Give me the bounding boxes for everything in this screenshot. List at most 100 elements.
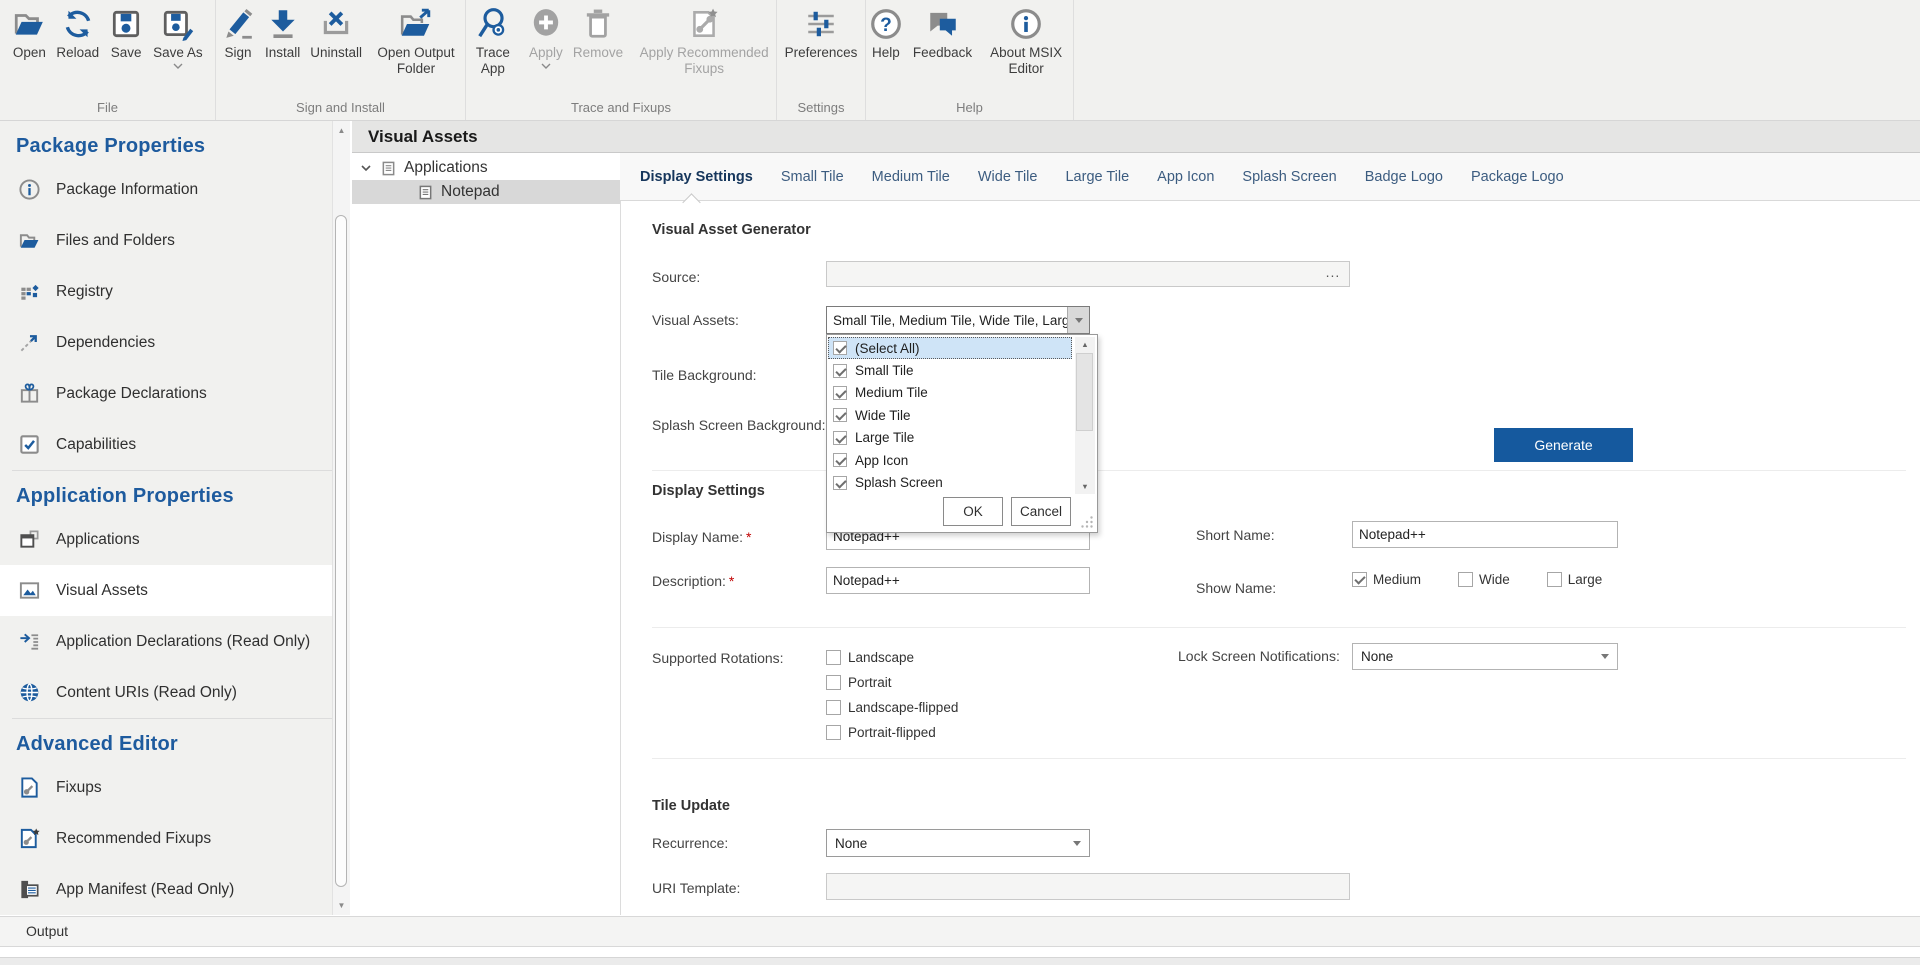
sidebar-item[interactable]: Package Declarations — [0, 368, 332, 419]
checkbox-icon — [833, 453, 847, 467]
ribbon-button[interactable]: Apply Recommended Fixups — [628, 0, 780, 76]
sidebar-scrollbar[interactable]: ▲ ▼ — [332, 121, 350, 915]
sidebar-item[interactable]: Visual Assets — [0, 565, 332, 616]
app-manifest-icon — [18, 878, 41, 901]
scroll-down-icon[interactable]: ▼ — [333, 896, 350, 915]
sidebar-item[interactable]: Application Declarations (Read Only) — [0, 616, 332, 667]
tab[interactable]: Splash Screen — [1242, 169, 1336, 185]
dropdown-item[interactable]: App Icon — [828, 449, 1072, 471]
ribbon-button[interactable]: Save — [104, 0, 148, 61]
tab[interactable]: App Icon — [1157, 169, 1214, 185]
remove-icon — [581, 7, 615, 41]
ribbon-group: Sign Install Uninstall Open Output Folde… — [216, 0, 466, 120]
ok-button[interactable]: OK — [943, 497, 1003, 526]
ribbon-button[interactable]: Open Output Folder — [367, 0, 465, 76]
chevron-down-icon — [541, 63, 551, 69]
description-input[interactable] — [826, 567, 1090, 594]
sidebar-item[interactable]: Recommended Fixups — [0, 813, 332, 864]
rotation-checkbox[interactable]: Landscape-flipped — [826, 695, 958, 720]
sidebar-item[interactable]: Content URIs (Read Only) — [0, 667, 332, 718]
source-field[interactable] — [826, 261, 1350, 287]
ribbon-button[interactable]: Feedback — [908, 0, 977, 61]
feedback-icon — [926, 7, 960, 41]
generate-button[interactable]: Generate — [1494, 428, 1633, 462]
checkbox-icon — [1547, 572, 1562, 587]
dropdown-item[interactable]: Large Tile — [828, 427, 1072, 449]
ribbon-group: ? Help Feedback About MSIX Editor Help — [866, 0, 1074, 120]
rotation-checkbox[interactable]: Landscape — [826, 645, 958, 670]
show-name-checkbox[interactable]: Large — [1547, 572, 1603, 587]
tab[interactable]: Small Tile — [781, 169, 844, 185]
sidebar-item[interactable]: Package Information — [0, 164, 332, 215]
ribbon-button[interactable]: ? Help — [864, 0, 908, 61]
caret-down-icon — [1073, 841, 1081, 846]
status-strip — [0, 957, 1920, 965]
reload-icon — [61, 7, 95, 41]
show-name-checkbox[interactable]: Wide — [1458, 572, 1510, 587]
panel-divider — [620, 153, 621, 915]
tab[interactable]: Medium Tile — [872, 169, 950, 185]
rotation-checkbox[interactable]: Portrait — [826, 670, 958, 695]
ribbon-button[interactable]: Uninstall — [305, 0, 367, 61]
ribbon-group: Open Reload Save Save As — [0, 0, 216, 120]
ribbon-button[interactable]: Preferences — [780, 0, 863, 61]
ribbon-button[interactable]: About MSIX Editor — [977, 0, 1075, 76]
scrollbar-thumb[interactable] — [1076, 353, 1093, 431]
dropdown-item[interactable]: Splash Screen — [828, 471, 1072, 493]
tab[interactable]: Display Settings — [640, 169, 753, 185]
lock-screen-select[interactable]: None — [1352, 643, 1618, 670]
sidebar-item[interactable]: Dependencies — [0, 317, 332, 368]
recurrence-select[interactable]: None — [826, 829, 1090, 857]
tree-node-notepad[interactable]: Notepad — [352, 180, 620, 204]
sidebar-item[interactable]: Files and Folders — [0, 215, 332, 266]
dropdown-item[interactable]: (Select All) — [828, 337, 1072, 359]
tab[interactable]: Wide Tile — [978, 169, 1038, 185]
dropdown-scrollbar[interactable]: ▲ ▼ — [1075, 337, 1095, 494]
chevron-down-icon — [173, 63, 183, 69]
sidebar-section: Advanced Editor Fixups Recommended Fixup… — [0, 718, 332, 915]
tree-node-label: Notepad — [441, 183, 500, 201]
dropdown-item[interactable]: Wide Tile — [828, 404, 1072, 426]
visual-assets-combobox[interactable]: Small Tile, Medium Tile, Wide Tile, Larg… — [826, 306, 1090, 334]
scroll-down-icon[interactable]: ▼ — [1075, 479, 1095, 494]
rotation-checkbox[interactable]: Portrait-flipped — [826, 720, 958, 745]
sidebar-item[interactable]: Capabilities — [0, 419, 332, 470]
sidebar-item[interactable]: Applications — [0, 514, 332, 565]
checkbox-icon — [1352, 572, 1367, 587]
ribbon-button[interactable]: Save As — [148, 0, 208, 69]
tab[interactable]: Large Tile — [1065, 169, 1129, 185]
scrollbar-thumb[interactable] — [335, 215, 347, 887]
open-icon — [12, 7, 46, 41]
ribbon-button[interactable]: Install — [260, 0, 305, 61]
scroll-up-icon[interactable]: ▲ — [1075, 337, 1095, 352]
scroll-up-icon[interactable]: ▲ — [333, 121, 350, 140]
ribbon-button[interactable]: Trace App — [462, 0, 524, 76]
output-pane-header[interactable]: Output — [0, 916, 1920, 947]
dropdown-item[interactable]: Small Tile — [828, 359, 1072, 381]
sidebar-section-heading: Package Properties — [0, 121, 332, 164]
tab[interactable]: Badge Logo — [1365, 169, 1443, 185]
sidebar-item[interactable]: Registry — [0, 266, 332, 317]
help-icon: ? — [869, 7, 903, 41]
cancel-button[interactable]: Cancel — [1011, 497, 1071, 526]
sidebar-item[interactable]: App Manifest (Read Only) — [0, 864, 332, 915]
combobox-dropdown-button[interactable] — [1067, 307, 1089, 333]
short-name-input[interactable] — [1352, 521, 1618, 548]
ribbon-button[interactable]: Apply — [524, 0, 568, 69]
browse-button[interactable]: ... — [1322, 263, 1344, 285]
uri-template-field[interactable] — [826, 873, 1350, 900]
tab[interactable]: Package Logo — [1471, 169, 1564, 185]
capabilities-icon — [18, 433, 41, 456]
tree-node-applications[interactable]: Applications — [352, 156, 620, 180]
sidebar-item[interactable]: Fixups — [0, 762, 332, 813]
ribbon-button[interactable]: Reload — [51, 0, 104, 61]
ribbon-button[interactable]: Open — [7, 0, 51, 61]
chevron-down-icon[interactable] — [360, 162, 372, 174]
checkbox-icon — [826, 675, 841, 690]
lock-screen-label: Lock Screen Notifications: — [1178, 648, 1340, 664]
ribbon-button[interactable]: Remove — [568, 0, 628, 61]
ribbon-button[interactable]: Sign — [216, 0, 260, 61]
dropdown-item[interactable]: Medium Tile — [828, 382, 1072, 404]
resize-grip-icon[interactable] — [1080, 515, 1094, 529]
show-name-checkbox[interactable]: Medium — [1352, 572, 1421, 587]
